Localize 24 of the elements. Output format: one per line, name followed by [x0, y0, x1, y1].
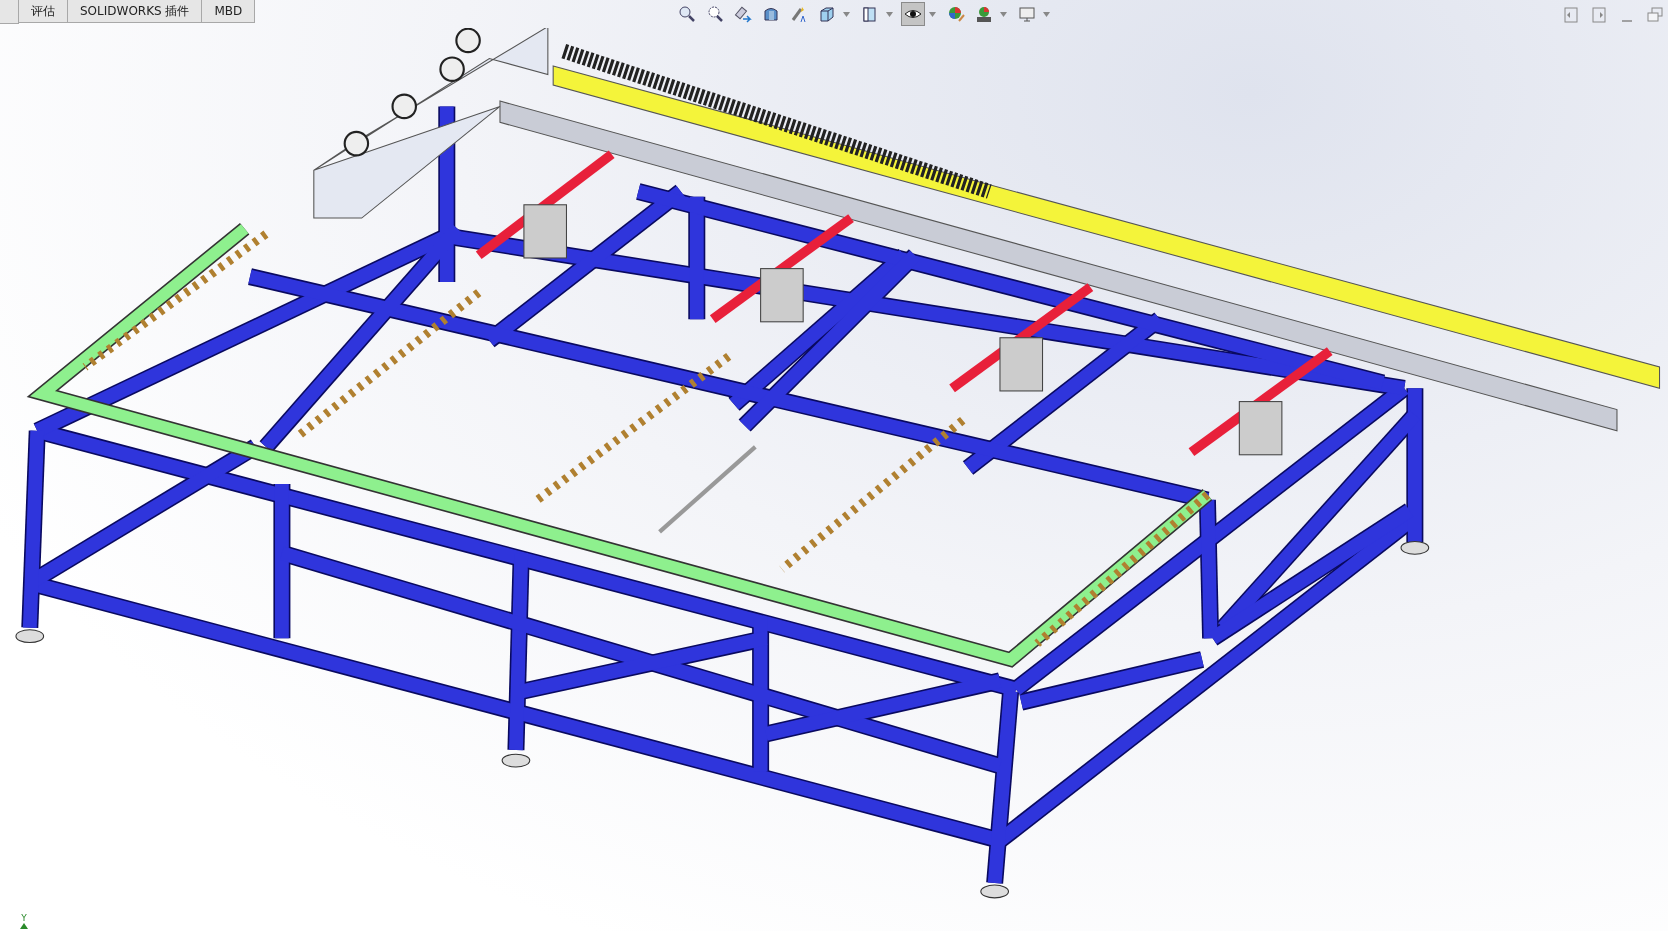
restore-icon [1646, 6, 1664, 24]
caret-icon [886, 11, 894, 17]
caret-icon [929, 11, 937, 17]
zoom-area-icon [706, 5, 725, 23]
axis-label: Y [21, 914, 27, 923]
wand-icon [790, 5, 809, 23]
tab[interactable]: 评估 [19, 0, 68, 23]
caret-icon [843, 11, 851, 17]
cube-view-icon [818, 5, 837, 23]
caret-icon [1000, 11, 1008, 17]
monitor-icon [1018, 5, 1037, 23]
section-view-icon [762, 5, 781, 23]
tab[interactable]: SOLIDWORKS 插件 [68, 0, 203, 23]
scene-icon [975, 5, 994, 23]
caret-icon [1043, 11, 1051, 17]
axis-arrow-icon [20, 923, 28, 929]
zoom-fit-icon [678, 5, 697, 23]
panel-right-icon [1590, 6, 1608, 24]
tab-stub [0, 0, 19, 24]
panel-left-icon [1562, 6, 1580, 24]
minimize-icon [1622, 20, 1632, 22]
appearance-icon [947, 5, 966, 23]
tab[interactable]: MBD [202, 0, 256, 23]
hide-show-button[interactable] [901, 2, 926, 26]
